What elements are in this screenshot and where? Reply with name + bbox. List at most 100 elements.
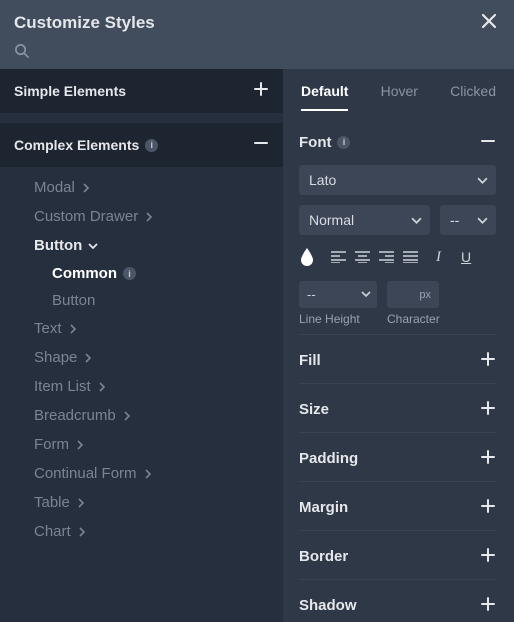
- tree-item-label: Item List: [34, 378, 91, 395]
- align-left-button[interactable]: [331, 251, 346, 263]
- tab-hover[interactable]: Hover: [381, 83, 418, 111]
- tree-leaf-button[interactable]: Button: [0, 287, 283, 314]
- tree-item-chart[interactable]: Chart: [0, 517, 283, 546]
- expand-icon: [480, 545, 496, 567]
- close-icon: [480, 12, 498, 30]
- collapse-icon: [480, 131, 496, 153]
- tree-item-breadcrumb[interactable]: Breadcrumb: [0, 401, 283, 430]
- tree-item-label: Table: [34, 494, 70, 511]
- tree-item-label: Button: [34, 237, 82, 254]
- plus-icon: [480, 596, 496, 612]
- section-border[interactable]: Border: [299, 530, 496, 579]
- search-icon: [14, 43, 29, 58]
- collapse-icon: [253, 135, 269, 155]
- character-spacing-input[interactable]: px: [387, 281, 439, 308]
- elements-tree: Modal Custom Drawer Button Common i Butt…: [0, 167, 283, 556]
- tree-item-label: Text: [34, 320, 62, 337]
- expand-icon: [480, 349, 496, 371]
- section-shadow[interactable]: Shadow: [299, 579, 496, 622]
- chevron-right-icon: [144, 212, 154, 222]
- section-padding[interactable]: Padding: [299, 432, 496, 481]
- plus-icon: [480, 400, 496, 416]
- info-icon[interactable]: i: [123, 267, 136, 280]
- align-justify-icon: [403, 251, 418, 263]
- underline-button[interactable]: U: [459, 249, 473, 265]
- info-icon[interactable]: i: [337, 136, 350, 149]
- tree-item-modal[interactable]: Modal: [0, 173, 283, 202]
- tree-item-table[interactable]: Table: [0, 488, 283, 517]
- droplet-icon: [299, 247, 315, 267]
- select-value: --: [307, 287, 316, 302]
- tree-item-button[interactable]: Button: [0, 231, 283, 260]
- panel-title: Customize Styles: [14, 13, 155, 33]
- tree-item-continual-form[interactable]: Continual Form: [0, 459, 283, 488]
- chevron-down-icon: [361, 287, 371, 302]
- tree-item-label: Continual Form: [34, 465, 137, 482]
- tree-item-label: Custom Drawer: [34, 208, 138, 225]
- tree-leaf-label: Button: [52, 292, 95, 309]
- expand-icon: [480, 594, 496, 616]
- expand-icon: [480, 496, 496, 518]
- chevron-right-icon: [75, 440, 85, 450]
- character-label: Character: [387, 312, 440, 326]
- expand-icon: [253, 81, 269, 101]
- chevron-right-icon: [81, 183, 91, 193]
- chevron-right-icon: [143, 469, 153, 479]
- font-family-select[interactable]: Lato: [299, 165, 496, 195]
- tree-item-shape[interactable]: Shape: [0, 343, 283, 372]
- line-height-select[interactable]: --: [299, 281, 377, 308]
- section-title: Fill: [299, 352, 321, 369]
- tree-item-item-list[interactable]: Item List: [0, 372, 283, 401]
- tree-item-label: Breadcrumb: [34, 407, 116, 424]
- section-font-header[interactable]: Font i: [299, 111, 496, 165]
- chevron-down-icon: [411, 215, 422, 226]
- chevron-right-icon: [76, 498, 86, 508]
- font-size-select[interactable]: --: [440, 205, 496, 235]
- section-title: Size: [299, 401, 329, 418]
- tree-item-form[interactable]: Form: [0, 430, 283, 459]
- search-button[interactable]: [14, 45, 29, 61]
- align-center-button[interactable]: [355, 251, 370, 263]
- align-left-icon: [331, 251, 346, 263]
- plus-icon: [480, 449, 496, 465]
- plus-icon: [480, 547, 496, 563]
- plus-icon: [253, 81, 269, 97]
- section-title: Shadow: [299, 597, 357, 614]
- chevron-right-icon: [122, 411, 132, 421]
- expand-icon: [480, 447, 496, 469]
- group-simple-elements[interactable]: Simple Elements: [0, 69, 283, 113]
- plus-icon: [480, 351, 496, 367]
- align-justify-button[interactable]: [403, 251, 418, 263]
- align-center-icon: [355, 251, 370, 263]
- expand-icon: [480, 398, 496, 420]
- group-label: Simple Elements: [14, 83, 126, 99]
- tree-item-label: Form: [34, 436, 69, 453]
- section-margin[interactable]: Margin: [299, 481, 496, 530]
- style-editor: Default Hover Clicked Font i Lato: [283, 69, 514, 622]
- font-color-button[interactable]: [299, 247, 315, 267]
- italic-button[interactable]: I: [434, 249, 443, 266]
- state-tabs: Default Hover Clicked: [283, 69, 514, 111]
- font-weight-select[interactable]: Normal: [299, 205, 430, 235]
- tree-leaf-common[interactable]: Common i: [0, 260, 283, 287]
- chevron-right-icon: [97, 382, 107, 392]
- tab-default[interactable]: Default: [301, 83, 348, 111]
- section-size[interactable]: Size: [299, 383, 496, 432]
- tree-item-custom-drawer[interactable]: Custom Drawer: [0, 202, 283, 231]
- chevron-right-icon: [83, 353, 93, 363]
- tab-clicked[interactable]: Clicked: [450, 83, 496, 111]
- chevron-down-icon: [477, 215, 488, 226]
- minus-icon: [253, 135, 269, 151]
- align-right-button[interactable]: [379, 251, 394, 263]
- tree-leaf-label: Common: [52, 265, 117, 282]
- tree-item-label: Chart: [34, 523, 71, 540]
- tree-item-text[interactable]: Text: [0, 314, 283, 343]
- close-button[interactable]: [478, 10, 500, 35]
- group-complex-elements[interactable]: Complex Elements i: [0, 123, 283, 167]
- elements-sidebar: Simple Elements Complex Elements i Modal: [0, 69, 283, 622]
- line-height-label: Line Height: [299, 312, 377, 326]
- select-value: --: [450, 212, 459, 228]
- chevron-right-icon: [68, 324, 78, 334]
- section-fill[interactable]: Fill: [299, 334, 496, 383]
- info-icon[interactable]: i: [145, 139, 158, 152]
